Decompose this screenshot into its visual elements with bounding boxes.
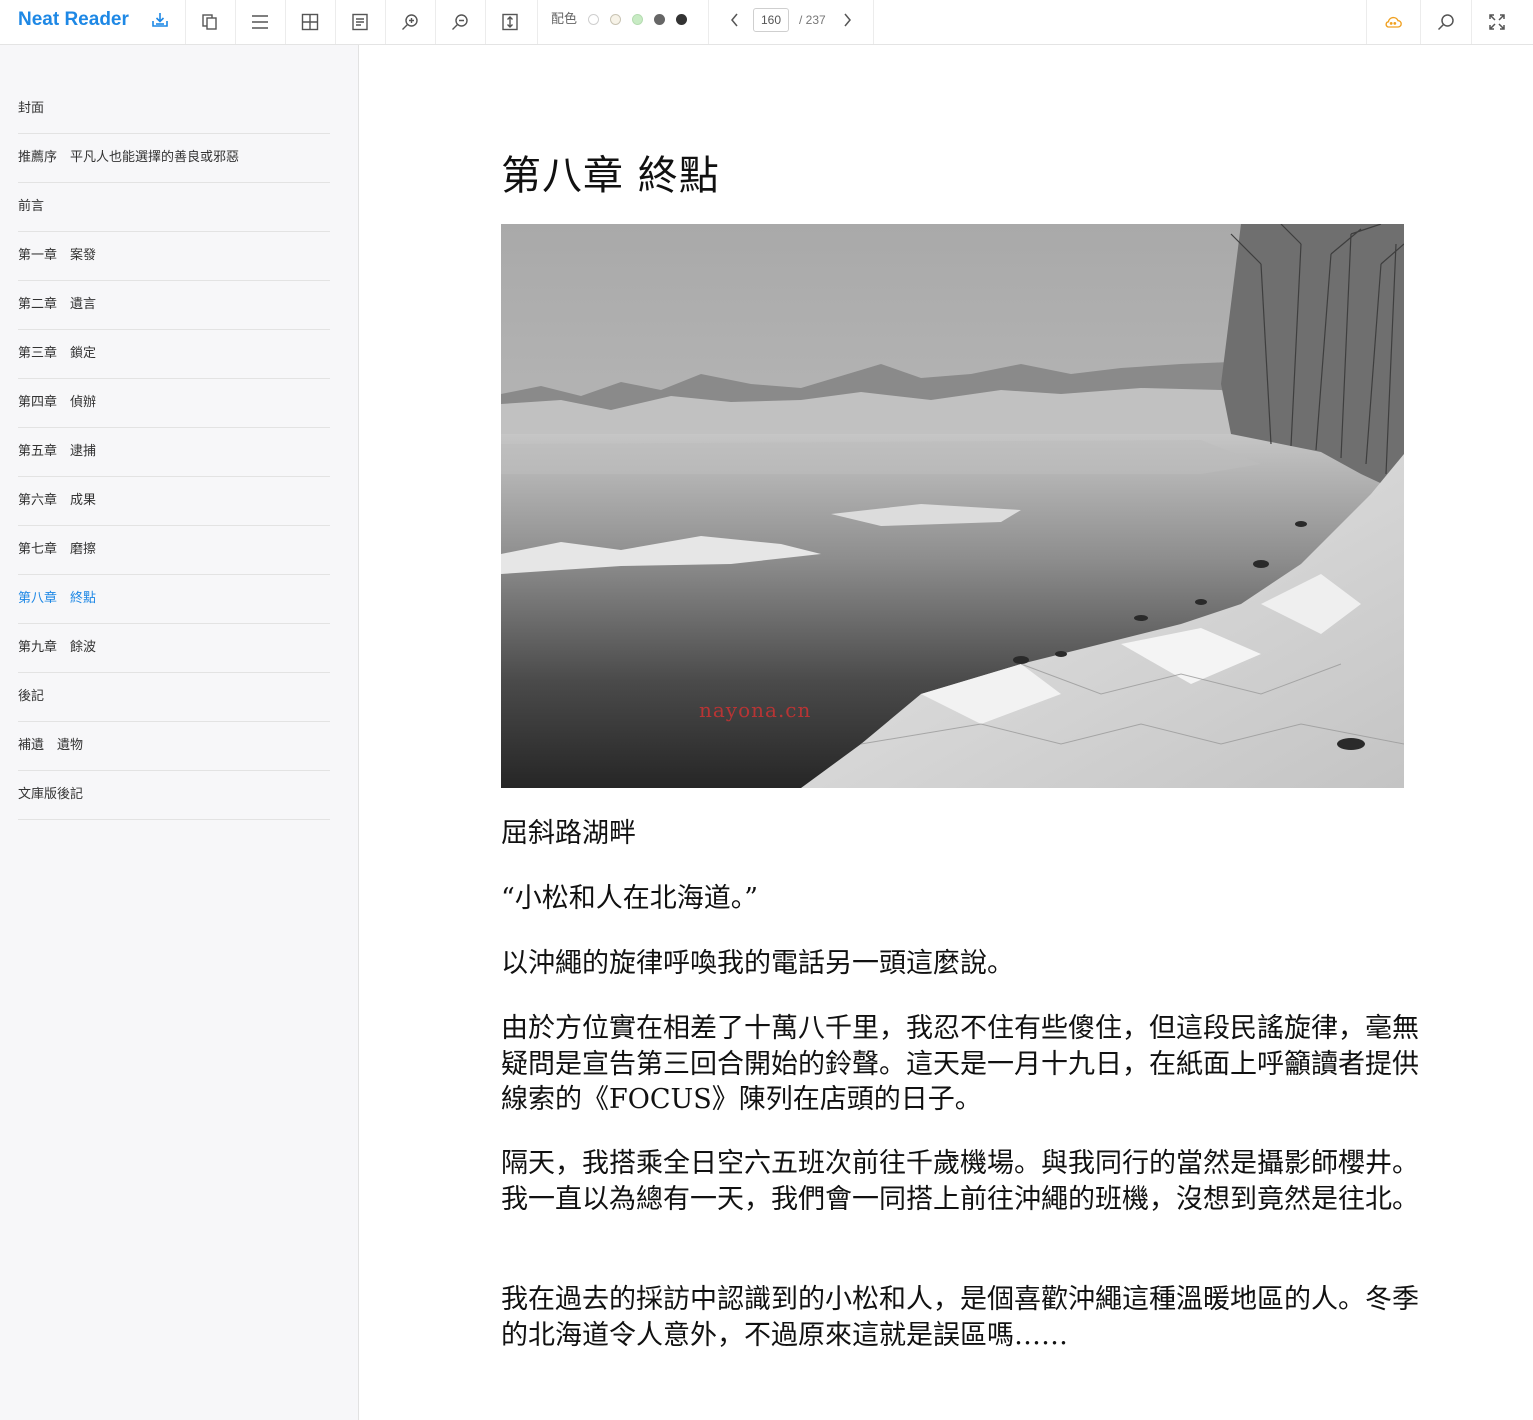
zoom-in-icon <box>402 14 418 30</box>
toolbar-divider <box>708 0 709 44</box>
grid-icon <box>301 13 319 31</box>
paragraph: 以沖繩的旋律呼喚我的電話另一頭這麼說。 <box>501 948 1014 979</box>
fullscreen-icon <box>1489 14 1505 30</box>
paragraph: 屈斜路湖畔 <box>501 818 636 849</box>
toc-item[interactable]: 文庫版後記 <box>18 771 330 820</box>
paragraph: 由於方位實在相差了十萬八千里，我忍不住有些傻住，但這段民謠旋律，毫無疑問是宣告第… <box>501 1013 1419 1115</box>
zoom-in-button[interactable] <box>385 0 435 44</box>
toc-item[interactable]: 補遺 遺物 <box>18 722 330 771</box>
cloud-sync-button[interactable] <box>1367 0 1419 44</box>
toc-item[interactable]: 第三章 鎖定 <box>18 330 330 379</box>
toc-item[interactable]: 第四章 偵辦 <box>18 379 330 428</box>
paragraph: 我在過去的採訪中認識到的小松和人，是個喜歡沖繩這種溫暖地區的人。冬季的北海道令人… <box>501 1284 1419 1351</box>
zoom-out-button[interactable] <box>435 0 485 44</box>
toolbar-divider <box>873 0 874 44</box>
color-swatch-green[interactable] <box>632 14 643 25</box>
lake-photo <box>501 224 1404 788</box>
toc-item[interactable]: 第一章 案發 <box>18 232 330 281</box>
fit-height-button[interactable] <box>485 0 535 44</box>
copy-button[interactable] <box>185 0 235 44</box>
color-scheme-label: 配色 <box>551 12 578 27</box>
next-page-button[interactable] <box>834 0 860 40</box>
page-total: / 237 <box>799 13 826 27</box>
toc-item[interactable]: 第二章 遺言 <box>18 281 330 330</box>
page-number-input[interactable] <box>753 8 789 32</box>
thumbnail-button[interactable] <box>285 0 335 44</box>
toc-item[interactable]: 推薦序 平凡人也能選擇的善良或邪惡 <box>18 134 330 183</box>
toc-item[interactable]: 第九章 餘波 <box>18 624 330 673</box>
toc-item[interactable]: 第五章 逮捕 <box>18 428 330 477</box>
menu-icon <box>252 15 268 29</box>
paragraph: “小松和人在北海道。” <box>501 883 759 914</box>
chapter-title: 第八章 終點 <box>501 153 720 199</box>
toolbar: Neat Reader 配色 160 / 237 <box>0 0 1533 45</box>
search-button[interactable] <box>1421 0 1471 44</box>
notes-button[interactable] <box>335 0 385 44</box>
toc-button[interactable] <box>235 0 285 44</box>
color-swatch-white[interactable] <box>588 14 599 25</box>
toc-item[interactable]: 後記 <box>18 673 330 722</box>
copy-icon <box>202 14 217 30</box>
watermark-text: nayona.cn <box>699 698 812 722</box>
toc-sidebar: 封面 推薦序 平凡人也能選擇的善良或邪惡 前言 第一章 案發 第二章 遺言 第三章 鎖定第… <box>0 45 359 1420</box>
cloud-icon <box>1385 16 1402 28</box>
toolbar-divider <box>537 0 538 44</box>
toc-item[interactable]: 封面 <box>18 85 330 134</box>
toc-item[interactable]: 前言 <box>18 183 330 232</box>
toc-item[interactable]: 第八章 終點 <box>18 575 330 624</box>
fit-height-icon <box>502 13 518 31</box>
fullscreen-button[interactable] <box>1472 0 1522 44</box>
chevron-left-icon <box>731 13 738 27</box>
toc-item[interactable]: 第七章 磨擦 <box>18 526 330 575</box>
app-logo: Neat Reader <box>18 9 129 30</box>
chevron-right-icon <box>844 13 851 27</box>
zoom-out-icon <box>452 14 468 30</box>
notes-icon <box>352 13 368 31</box>
color-swatch-dark[interactable] <box>676 14 687 25</box>
download-icon[interactable] <box>150 10 170 30</box>
toc-list: 封面 推薦序 平凡人也能選擇的善良或邪惡 前言 第一章 案發 第二章 遺言 第三章 鎖定第… <box>18 85 330 820</box>
prev-page-button[interactable] <box>722 0 748 40</box>
reading-pane: 第八章 終點 nayona.cn 屈斜路湖畔 “小松和人在北海道。” 以沖繩的旋… <box>360 45 1533 1420</box>
toc-item[interactable]: 第六章 成果 <box>18 477 330 526</box>
color-swatch-gray[interactable] <box>654 14 665 25</box>
paragraph: 隔天，我搭乘全日空六五班次前往千歲機場。與我同行的當然是攝影師櫻井。我一直以為總… <box>501 1148 1419 1215</box>
search-icon <box>1437 14 1454 31</box>
color-swatch-sepia[interactable] <box>610 14 621 25</box>
